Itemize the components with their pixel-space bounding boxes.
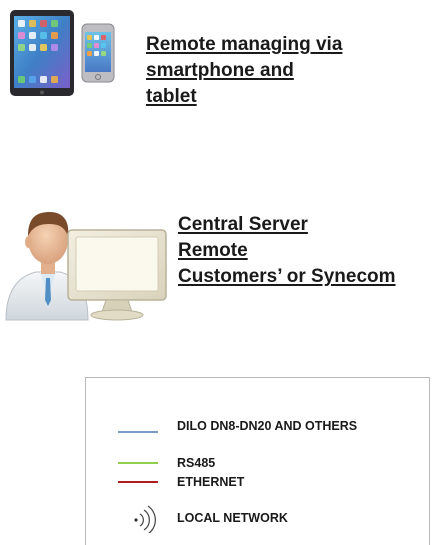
legend-label-ethernet: ETHERNET [177,475,245,489]
remote-managing-heading[interactable]: Remote managing via smartphone and table… [146,32,426,110]
server-heading-line-2: Remote [178,240,248,261]
server-heading-line-1: Central Server [178,214,308,235]
legend-line-rs485 [118,462,158,464]
legend-label-rs485: RS485 [177,456,216,470]
server-heading-line-3: Customers’ or Synecom [178,266,396,287]
legend-label-dilo: DILO DN8-DN20 AND OTHERS [177,419,358,433]
remote-heading-line-2: smartphone and [146,60,294,81]
central-server-heading[interactable]: Central Server Remote Customers’ or Syne… [178,212,440,290]
legend-box: DILO DN8-DN20 AND OTHERS RS485 ETHERNET … [85,377,430,545]
remote-heading-line-3: tablet [146,86,197,107]
wifi-signal-icon [134,505,156,533]
remote-heading-line-1: Remote managing via [146,34,343,55]
legend-label-local-network: LOCAL NETWORK [177,511,288,525]
tablet-and-smartphone-icon [10,10,115,96]
legend-line-ethernet [118,481,158,483]
legend-line-dilo [118,431,158,433]
person-at-computer-icon [5,212,167,321]
